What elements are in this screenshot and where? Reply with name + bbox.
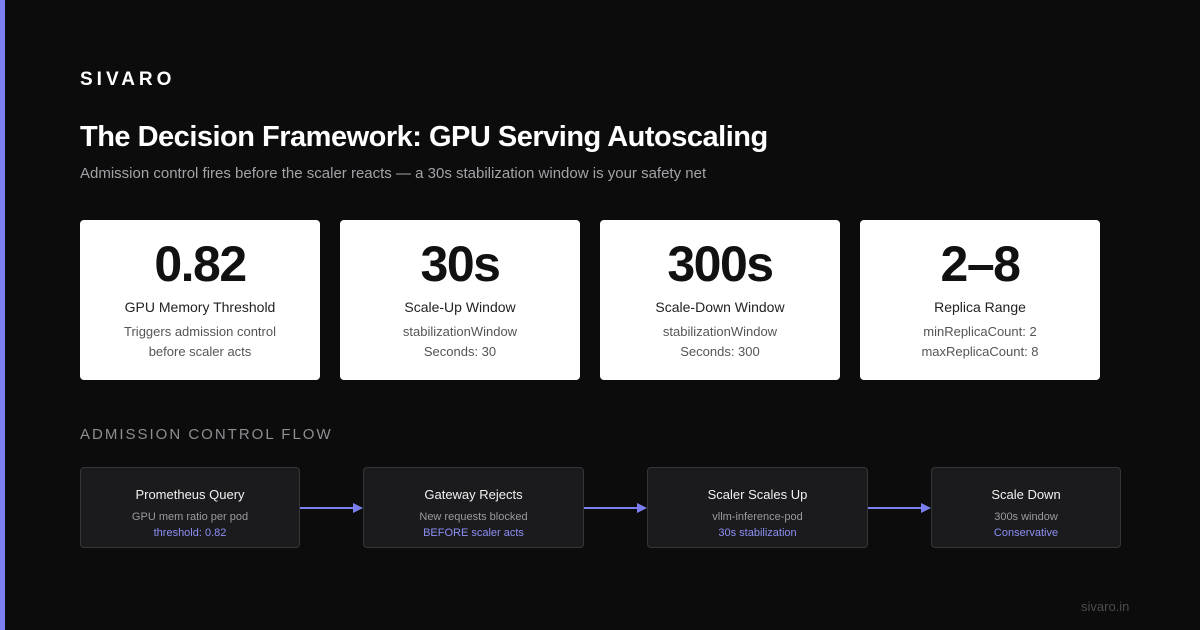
stat-description-line: stabilizationWindow [402, 324, 518, 339]
flow-node-scale-down: Scale Down 300s window Conservative [931, 467, 1121, 548]
flow-node-accent: threshold: 0.82 [153, 527, 227, 539]
stat-description: stabilizationWindow Seconds: 30 [340, 322, 580, 362]
stat-card-gpu-threshold: 0.82 GPU Memory Threshold Triggers admis… [80, 220, 320, 380]
flow-node-accent: BEFORE scaler acts [423, 527, 524, 539]
flow-node-title: Gateway Rejects [424, 487, 523, 502]
stat-description-line: Seconds: 300 [680, 344, 760, 359]
stat-value: 300s [667, 236, 774, 292]
accent-bar [0, 0, 5, 630]
section-label: ADMISSION CONTROL FLOW [80, 426, 333, 443]
flow-node-prometheus-query: Prometheus Query GPU mem ratio per pod t… [80, 467, 300, 548]
stat-label: Scale-Down Window [655, 299, 785, 315]
stat-description-line: maxReplicaCount: 8 [921, 344, 1039, 359]
stat-label: Replica Range [934, 299, 1026, 315]
stat-description-line: Triggers admission control [124, 324, 276, 339]
stat-description: stabilizationWindow Seconds: 300 [600, 322, 840, 362]
footer-url: sivaro.in [1081, 599, 1130, 614]
stat-description-line: before scaler acts [148, 344, 252, 359]
flow-node-description: 300s window [994, 511, 1058, 523]
page-subtitle: Admission control fires before the scale… [80, 165, 707, 182]
flow-node-gateway-rejects: Gateway Rejects New requests blocked BEF… [363, 467, 584, 548]
arrow-right-icon [300, 503, 363, 513]
brand-logo: SIVARO [80, 69, 176, 90]
flow-node-accent: 30s stabilization [718, 527, 797, 539]
stat-description-line: stabilizationWindow [662, 324, 778, 339]
flow-node-accent: Conservative [993, 527, 1059, 539]
stat-card-replica-range: 2–8 Replica Range minReplicaCount: 2 max… [860, 220, 1100, 380]
stats-row: 0.82 GPU Memory Threshold Triggers admis… [80, 220, 1100, 380]
arrow-right-icon [868, 503, 931, 513]
stat-card-scale-up: 30s Scale-Up Window stabilizationWindow … [340, 220, 580, 380]
flow-node-scaler-scales-up: Scaler Scales Up vllm-inference-pod 30s … [647, 467, 868, 548]
flow-node-description: GPU mem ratio per pod [131, 511, 249, 523]
flow-node-title: Scaler Scales Up [707, 487, 808, 502]
stat-value: 0.82 [154, 236, 247, 292]
stat-description-line: Seconds: 30 [423, 344, 497, 359]
stat-value: 2–8 [940, 236, 1021, 292]
flow-node-description: New requests blocked [419, 511, 528, 523]
stat-value: 30s [420, 236, 501, 292]
stat-description: minReplicaCount: 2 maxReplicaCount: 8 [860, 322, 1100, 362]
flow-node-description: vllm-inference-pod [712, 511, 803, 523]
page-title: The Decision Framework: GPU Serving Auto… [80, 121, 768, 153]
flow-node-title: Scale Down [991, 487, 1061, 502]
stat-description-line: minReplicaCount: 2 [923, 324, 1037, 339]
stat-label: Scale-Up Window [404, 299, 516, 315]
stat-label: GPU Memory Threshold [124, 299, 276, 315]
stat-card-scale-down: 300s Scale-Down Window stabilizationWind… [600, 220, 840, 380]
flow-node-title: Prometheus Query [135, 487, 245, 502]
arrow-right-icon [584, 503, 647, 513]
stat-description: Triggers admission control before scaler… [80, 322, 320, 362]
